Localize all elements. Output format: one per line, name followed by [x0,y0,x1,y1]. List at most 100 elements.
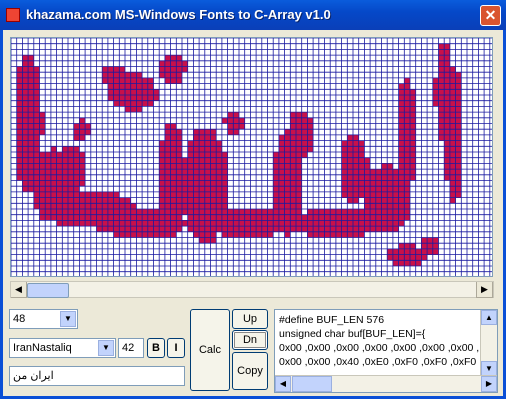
filled-pixel[interactable] [79,203,86,209]
filled-pixel[interactable] [164,169,171,175]
filled-pixel[interactable] [398,180,405,187]
filled-pixel[interactable] [221,117,228,124]
filled-pixel[interactable] [204,226,211,232]
filled-pixel[interactable] [398,134,405,141]
filled-pixel[interactable] [193,129,200,135]
filled-pixel[interactable] [22,100,29,107]
filled-pixel[interactable] [421,243,428,249]
filled-pixel[interactable] [233,117,239,124]
filled-pixel[interactable] [147,209,154,215]
filled-pixel[interactable] [210,237,217,244]
filled-pixel[interactable] [204,152,211,158]
filled-pixel[interactable] [170,60,177,67]
grid-horizontal-scrollbar[interactable]: ◀ ▶ [10,281,494,298]
filled-pixel[interactable] [335,220,342,227]
filled-pixel[interactable] [210,129,217,135]
filled-pixel[interactable] [358,191,365,198]
filled-pixel[interactable] [210,203,217,209]
filled-pixel[interactable] [56,157,63,164]
filled-pixel[interactable] [170,55,177,61]
filled-pixel[interactable] [170,197,177,204]
filled-pixel[interactable] [33,89,40,95]
filled-pixel[interactable] [330,226,336,232]
filled-pixel[interactable] [142,209,148,215]
filled-pixel[interactable] [62,157,68,164]
filled-pixel[interactable] [136,83,143,90]
filled-pixel[interactable] [28,100,34,107]
filled-pixel[interactable] [216,226,222,232]
filled-pixel[interactable] [125,226,131,232]
filled-pixel[interactable] [432,95,439,101]
filled-pixel[interactable] [353,157,359,164]
filled-pixel[interactable] [364,191,371,198]
filled-pixel[interactable] [341,146,348,152]
filled-pixel[interactable] [193,134,200,141]
filled-pixel[interactable] [364,197,371,204]
filled-pixel[interactable] [204,180,211,187]
filled-pixel[interactable] [398,95,405,101]
filled-pixel[interactable] [392,209,399,215]
filled-pixel[interactable] [16,117,23,124]
filled-pixel[interactable] [102,66,108,73]
filled-pixel[interactable] [79,180,86,187]
filled-pixel[interactable] [142,231,148,238]
filled-pixel[interactable] [176,60,182,67]
filled-pixel[interactable] [375,197,382,204]
filled-pixel[interactable] [193,186,200,192]
filled-pixel[interactable] [244,214,251,221]
filled-pixel[interactable] [341,157,348,164]
filled-pixel[interactable] [210,140,217,147]
filled-pixel[interactable] [153,209,160,215]
filled-pixel[interactable] [404,100,410,107]
filled-pixel[interactable] [341,220,348,227]
filled-pixel[interactable] [278,169,285,175]
filled-pixel[interactable] [28,129,34,135]
filled-pixel[interactable] [364,169,371,175]
filled-pixel[interactable] [136,95,143,101]
filled-pixel[interactable] [410,248,416,255]
filled-pixel[interactable] [199,129,205,135]
filled-pixel[interactable] [290,197,296,204]
filled-pixel[interactable] [432,83,439,90]
filled-pixel[interactable] [347,140,353,147]
filled-pixel[interactable] [68,157,74,164]
filled-pixel[interactable] [68,186,74,192]
filled-pixel[interactable] [159,169,165,175]
filled-pixel[interactable] [39,112,46,118]
filled-pixel[interactable] [204,237,211,244]
filled-pixel[interactable] [438,77,445,84]
filled-pixel[interactable] [444,117,450,124]
filled-pixel[interactable] [444,140,450,147]
filled-pixel[interactable] [370,209,376,215]
filled-pixel[interactable] [164,220,171,227]
filled-pixel[interactable] [68,191,74,198]
filled-pixel[interactable] [96,197,103,204]
filled-pixel[interactable] [221,163,228,170]
filled-pixel[interactable] [136,226,143,232]
filled-pixel[interactable] [164,203,171,209]
filled-pixel[interactable] [125,72,131,78]
filled-pixel[interactable] [296,112,302,118]
filled-pixel[interactable] [79,163,86,170]
filled-pixel[interactable] [347,152,353,158]
filled-pixel[interactable] [335,231,342,238]
filled-pixel[interactable] [164,197,171,204]
filled-pixel[interactable] [159,231,165,238]
filled-pixel[interactable] [107,226,114,232]
filled-pixel[interactable] [404,248,410,255]
filled-pixel[interactable] [176,152,182,158]
filled-pixel[interactable] [284,174,291,181]
filled-pixel[interactable] [244,231,251,238]
filled-pixel[interactable] [187,169,194,175]
filled-pixel[interactable] [444,83,450,90]
filled-pixel[interactable] [33,174,40,181]
filled-pixel[interactable] [199,231,205,238]
filled-pixel[interactable] [353,209,359,215]
filled-pixel[interactable] [455,77,462,84]
filled-pixel[interactable] [164,140,171,147]
filled-pixel[interactable] [136,89,143,95]
filled-pixel[interactable] [153,95,160,101]
filled-pixel[interactable] [73,123,80,130]
filled-pixel[interactable] [296,140,302,147]
filled-pixel[interactable] [176,191,182,198]
